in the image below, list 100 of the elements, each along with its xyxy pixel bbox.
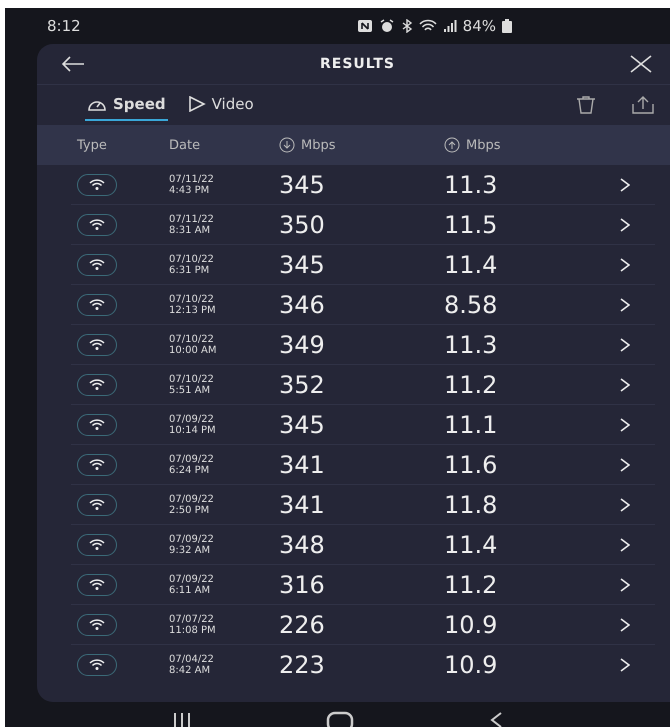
result-row[interactable]: 07/11/22 4:43 PM 345 11.3 [71, 165, 655, 205]
result-row[interactable]: 07/10/22 10:00 AM 349 11.3 [71, 325, 655, 365]
wifi-icon [77, 454, 117, 476]
column-header: Type [77, 138, 108, 152]
alarm-icon [378, 19, 395, 33]
wifi-icon [77, 174, 117, 196]
download-speed: 226 [279, 610, 326, 638]
result-row[interactable]: 07/11/22 8:31 AM 350 11.5 [71, 205, 655, 245]
date-time: 07/10/22 6:31 PM [169, 254, 215, 276]
upload-speed: 11.4 [444, 530, 498, 558]
upload-speed: 11.6 [444, 450, 498, 478]
play-icon [188, 96, 206, 112]
nfc-icon [356, 19, 373, 33]
result-row[interactable]: 07/07/22 11:08 PM 226 10.9 [71, 605, 655, 645]
wifi-icon [77, 654, 117, 676]
status-time: 8:12 [47, 17, 81, 35]
wifi-icon [77, 534, 117, 556]
download-icon [279, 137, 295, 153]
date-time: 07/11/22 8:31 AM [169, 214, 215, 236]
battery-percent: 84% [462, 17, 496, 35]
download-speed: 346 [279, 290, 326, 318]
chevron-right-icon [620, 258, 630, 272]
chevron-right-icon [620, 298, 630, 312]
upload-speed: 11.5 [444, 210, 498, 238]
column-header: Date [169, 138, 202, 152]
chevron-right-icon [620, 498, 630, 512]
date-time: 07/09/22 2:50 PM [169, 494, 215, 516]
upload-speed: 11.2 [444, 370, 498, 398]
upload-speed: 11.8 [444, 490, 498, 518]
date-time: 07/10/22 12:13 PM [169, 294, 217, 316]
share-icon[interactable] [632, 96, 654, 114]
result-row[interactable]: 07/09/22 2:50 PM 341 11.8 [71, 485, 655, 525]
wifi-icon [77, 374, 117, 396]
upload-speed: 10.9 [444, 650, 498, 678]
upload-speed: 11.4 [444, 250, 498, 278]
download-speed: 223 [279, 650, 326, 678]
download-speed: 349 [279, 330, 326, 358]
download-speed: 345 [279, 250, 326, 278]
wifi-icon [77, 214, 117, 236]
wifi-icon [77, 334, 117, 356]
wifi-icon [77, 414, 117, 436]
download-speed: 348 [279, 530, 326, 558]
recent-apps-icon[interactable] [172, 711, 190, 727]
result-row[interactable]: 07/10/22 12:13 PM 346 8.58 [71, 285, 655, 325]
download-speed: 345 [279, 410, 326, 438]
home-icon[interactable] [326, 711, 354, 727]
signal-icon [442, 19, 457, 33]
download-speed: 352 [279, 370, 326, 398]
download-speed: 350 [279, 210, 326, 238]
chevron-right-icon [620, 458, 630, 472]
screen-title: RESULTS [320, 56, 396, 72]
chevron-right-icon [620, 418, 630, 432]
date-time: 07/10/22 5:51 AM [169, 374, 215, 396]
date-time: 07/07/22 11:08 PM [169, 614, 217, 636]
date-time: 07/09/22 10:14 PM [169, 414, 217, 436]
battery-icon [502, 19, 512, 33]
date-time: 07/09/22 6:24 PM [169, 454, 215, 476]
upload-speed: 11.3 [444, 170, 498, 198]
upload-speed: 8.58 [444, 290, 498, 318]
upload-icon [444, 137, 460, 153]
date-time: 07/04/22 8:42 AM [169, 654, 215, 676]
chevron-right-icon [620, 338, 630, 352]
result-row[interactable]: 07/09/22 9:32 AM 348 11.4 [71, 525, 655, 565]
wifi-icon [418, 19, 437, 33]
wifi-icon [77, 254, 117, 276]
column-header: Mbps [466, 138, 500, 152]
date-time: 07/10/22 10:00 AM [169, 334, 218, 356]
wifi-icon [77, 494, 117, 516]
result-row[interactable]: 07/09/22 6:24 PM 341 11.6 [71, 445, 655, 485]
download-speed: 341 [279, 450, 326, 478]
chevron-right-icon [620, 578, 630, 592]
close-icon[interactable] [630, 55, 652, 73]
upload-speed: 10.9 [444, 610, 498, 638]
result-row[interactable]: 07/09/22 10:14 PM 345 11.1 [71, 405, 655, 445]
download-speed: 316 [279, 570, 326, 598]
back-arrow-icon[interactable] [61, 56, 85, 72]
date-time: 07/11/22 4:43 PM [169, 174, 215, 196]
upload-speed: 11.3 [444, 330, 498, 358]
chevron-right-icon [620, 658, 630, 672]
result-row[interactable]: 07/10/22 6:31 PM 345 11.4 [71, 245, 655, 285]
tab[interactable]: Video [186, 89, 256, 121]
result-row[interactable]: 07/04/22 8:42 AM 223 10.9 [71, 645, 655, 684]
back-icon[interactable] [488, 711, 502, 727]
chevron-right-icon [620, 378, 630, 392]
chevron-right-icon [620, 618, 630, 632]
trash-icon[interactable] [576, 96, 596, 114]
upload-speed: 11.2 [444, 570, 498, 598]
chevron-right-icon [620, 218, 630, 232]
chevron-right-icon [620, 538, 630, 552]
upload-speed: 11.1 [444, 410, 498, 438]
result-row[interactable]: 07/09/22 6:11 AM 316 11.2 [71, 565, 655, 605]
download-speed: 341 [279, 490, 326, 518]
bluetooth-icon [400, 19, 413, 33]
result-row[interactable]: 07/10/22 5:51 AM 352 11.2 [71, 365, 655, 405]
date-time: 07/09/22 9:32 AM [169, 534, 215, 556]
wifi-icon [77, 574, 117, 596]
wifi-icon [77, 294, 117, 316]
tab[interactable]: Speed [85, 89, 168, 121]
column-header: Mbps [301, 138, 336, 152]
chevron-right-icon [620, 178, 630, 192]
